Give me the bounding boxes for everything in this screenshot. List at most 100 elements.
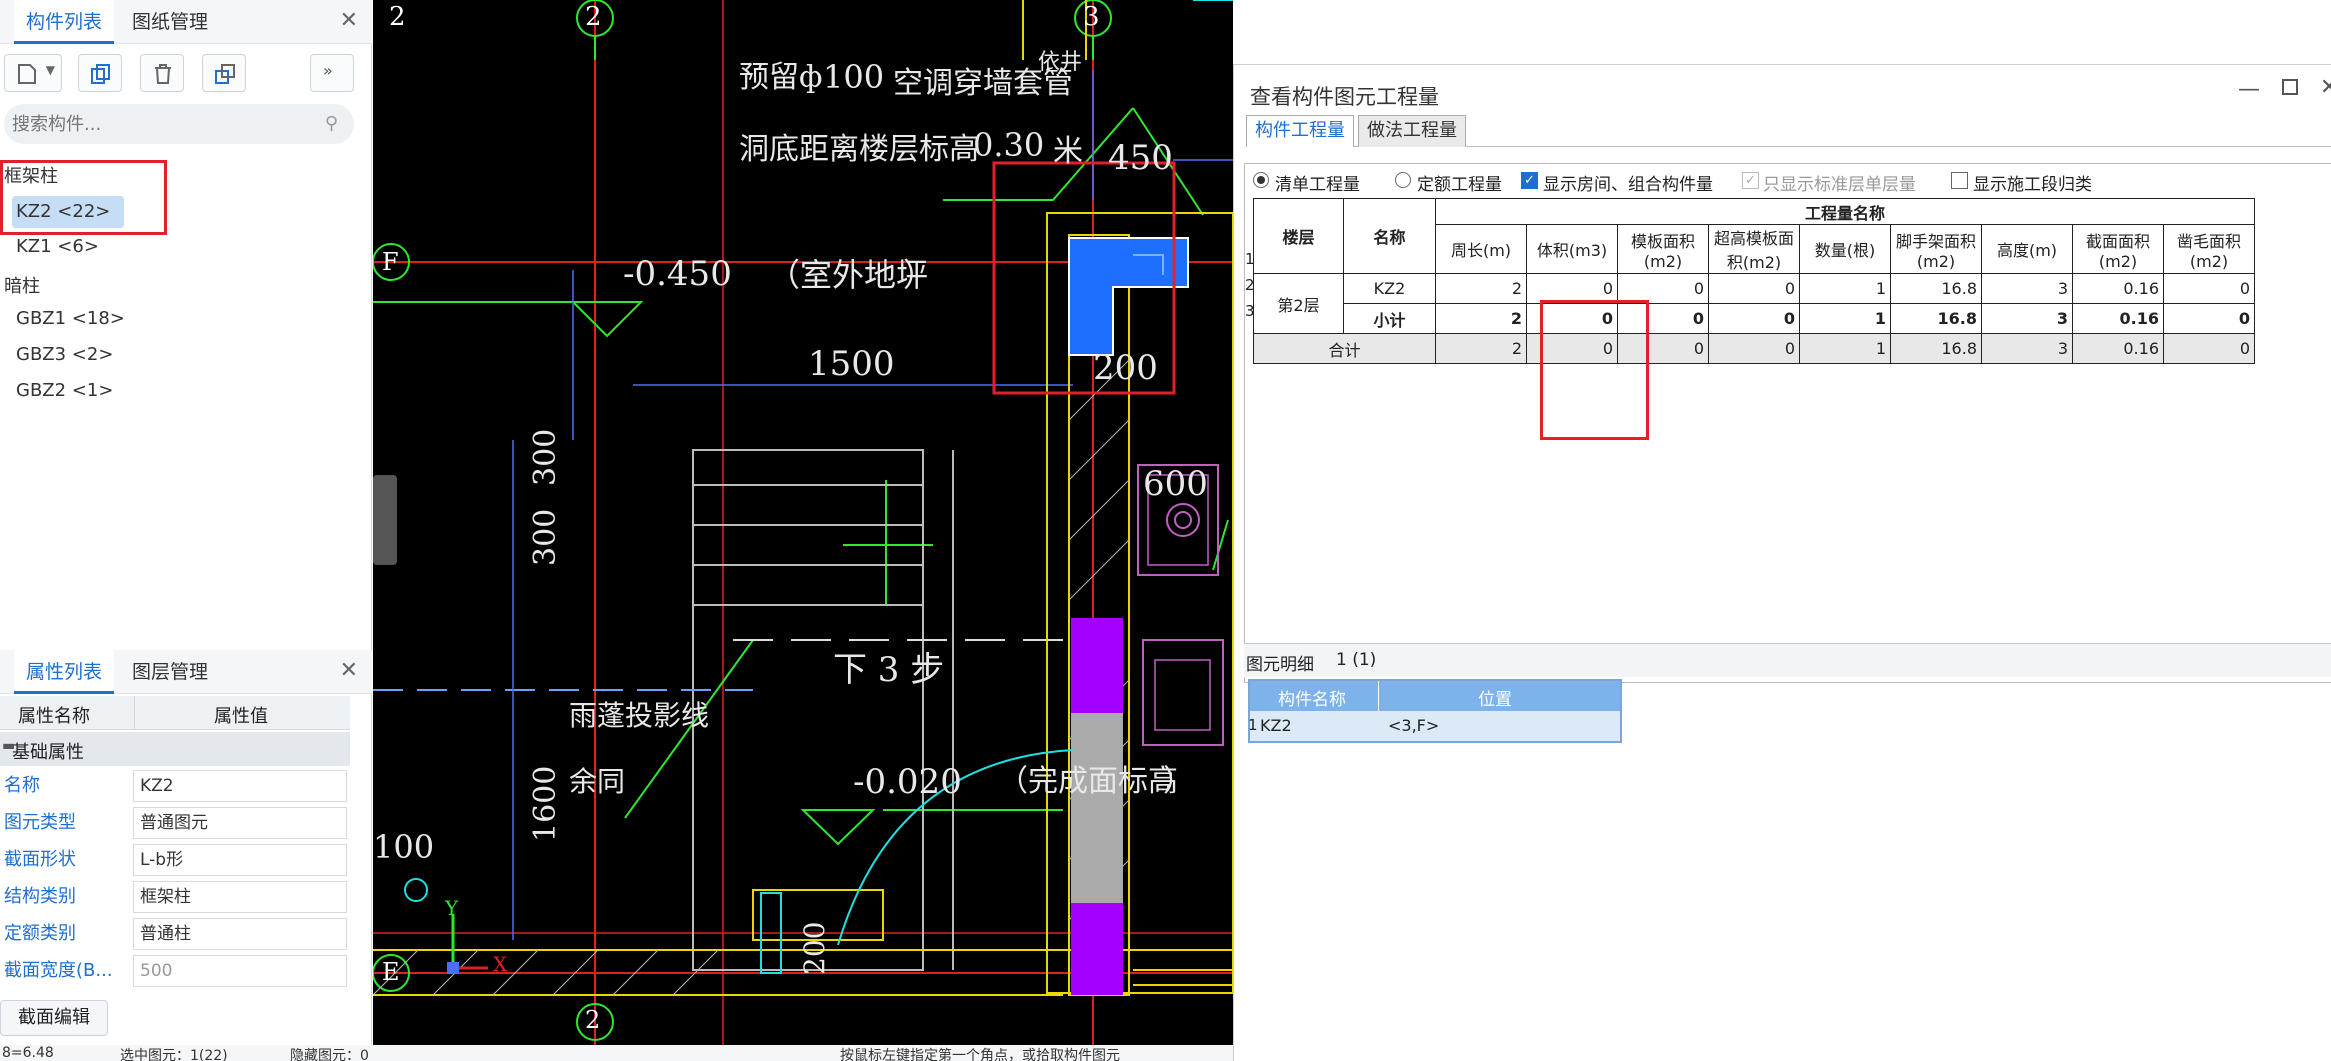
- col-perimeter: 周长(m): [1435, 224, 1527, 274]
- cad-text: -0.450: [623, 254, 732, 294]
- table-row[interactable]: 合计 2 0 0 0 1 16.8 3 0.16 0: [1253, 333, 2255, 364]
- cad-text: 0.30: [973, 126, 1045, 164]
- table-row[interactable]: 1 KZ2 <3,F>: [1248, 711, 1620, 741]
- dialog-title: 查看构件图元工程量: [1250, 85, 1439, 109]
- cell: 16.8: [1890, 303, 1982, 334]
- volume-highlight-box: [1540, 300, 1649, 440]
- cad-text: 依井: [1038, 50, 1083, 75]
- option-label: 只显示标准层单层量: [1763, 175, 1916, 195]
- close-icon[interactable]: ✕: [340, 658, 358, 683]
- table-row[interactable]: 小计 2 0 0 0 1 16.8 3 0.16 0: [1254, 303, 2255, 334]
- cad-text: 1600: [528, 765, 563, 842]
- maximize-icon[interactable]: [2282, 79, 2298, 95]
- cell-total: 合计: [1253, 333, 1436, 364]
- trash-icon: [155, 64, 171, 84]
- cell: 2: [1435, 333, 1527, 364]
- option-label: 清单工程量: [1275, 175, 1360, 195]
- radio-quota-quantity[interactable]: [1395, 172, 1411, 188]
- y-axis-label: Y: [445, 896, 459, 920]
- prop-value-input[interactable]: L-b形: [133, 844, 347, 876]
- cell: 16.8: [1890, 333, 1982, 364]
- tab-layer-management[interactable]: 图层管理: [120, 650, 220, 694]
- tree-item-gbz1[interactable]: GBZ1 <18>: [16, 308, 125, 329]
- cell-position: <3,F>: [1388, 716, 1440, 735]
- cell: 2: [1435, 273, 1527, 304]
- cell: 0.16: [2072, 333, 2164, 364]
- expand-toolbar-button[interactable]: »: [310, 54, 354, 92]
- prop-value-input[interactable]: 普通柱: [133, 918, 347, 950]
- quantity-table-panel: 清单工程量 定额工程量 ✓ 显示房间、组合构件量 ✓ 只显示标准层单层量 显示施…: [1244, 163, 2331, 683]
- cell: 0.16: [2072, 303, 2164, 334]
- prop-section-basic[interactable]: ▬ 基础属性: [0, 732, 350, 766]
- tab-component-quantity[interactable]: 构件工程量: [1246, 115, 1354, 147]
- delete-button[interactable]: [140, 54, 184, 92]
- option-label: 显示施工段归类: [1973, 175, 2092, 195]
- cad-text: 100: [373, 828, 435, 866]
- cad-text: 600: [1143, 464, 1208, 504]
- cell: 1: [1799, 273, 1891, 304]
- checkbox-standard-floor[interactable]: ✓: [1742, 172, 1759, 189]
- prop-name: 结构类别: [4, 886, 76, 907]
- prop-value-input[interactable]: 500: [133, 955, 347, 987]
- cad-canvas[interactable]: 2 1 2 3 F E 2 预留ф 100 空调穿墙套管 洞底距离楼层标高 0.…: [373, 0, 1233, 1045]
- cad-text: 下 3 步: [833, 650, 945, 690]
- detail-header: 图元明细 1 (1): [1244, 643, 2331, 677]
- copy-icon: [91, 64, 110, 84]
- cell: 2: [1435, 303, 1527, 334]
- col-volume: 体积(m3): [1526, 224, 1618, 274]
- col-section-area: 截面面积(m2): [2072, 224, 2164, 274]
- checkbox-construction-segment[interactable]: [1951, 172, 1968, 189]
- checkbox-show-room[interactable]: ✓: [1521, 172, 1538, 189]
- cad-text: 米: [1053, 134, 1083, 169]
- tab-method-quantity[interactable]: 做法工程量: [1358, 115, 1466, 147]
- component-panel: 构件列表 图纸管理 ✕ ▼ » ⚲ 框架柱 KZ2 <22> KZ1 <6> 暗…: [0, 0, 372, 1061]
- cad-text: 200: [1093, 348, 1158, 388]
- col-floor: 楼层: [1253, 198, 1344, 274]
- cad-text: ）: [903, 256, 936, 294]
- table-row[interactable]: 第2层 KZ2 2 0 0 0 1 16.8 3 0.16 0: [1253, 273, 2255, 334]
- search-icon[interactable]: ⚲: [325, 113, 338, 134]
- prop-row-shape: 截面形状 L-b形: [0, 842, 350, 878]
- tab-component-list[interactable]: 构件列表: [14, 0, 115, 44]
- col-component-name: 构件名称: [1278, 690, 1346, 710]
- tab-property-list[interactable]: 属性列表: [14, 650, 115, 694]
- search-input[interactable]: [4, 104, 294, 144]
- radio-bill-quantity[interactable]: [1253, 172, 1269, 188]
- cad-text: 300: [528, 428, 563, 486]
- axis-label-3: 3: [1083, 2, 1100, 32]
- cell-name: KZ2: [1343, 273, 1436, 304]
- coords-readout: 8=6.48: [2, 1045, 54, 1061]
- cell-floor: 第2层: [1253, 273, 1344, 334]
- copy-button[interactable]: [78, 54, 122, 92]
- axis-label-e: E: [382, 958, 400, 986]
- tab-drawing-management[interactable]: 图纸管理: [120, 0, 220, 44]
- minimize-icon[interactable]: —: [2238, 77, 2260, 102]
- prop-row-type: 图元类型 普通图元: [0, 805, 350, 841]
- option-label: 定额工程量: [1417, 175, 1502, 195]
- prop-value-input[interactable]: KZ2: [133, 770, 347, 802]
- close-icon[interactable]: ✕: [2320, 75, 2331, 100]
- axis-label-f: F: [382, 248, 399, 276]
- double-chevron-right-icon: »: [323, 61, 333, 80]
- cell: 1: [1799, 333, 1891, 364]
- prop-value-input[interactable]: 普通图元: [133, 807, 347, 839]
- tree-item-gbz2[interactable]: GBZ2 <1>: [16, 380, 113, 401]
- copy-to-floor-button[interactable]: [202, 54, 246, 92]
- tree-group-hidden-column[interactable]: 暗柱: [4, 272, 40, 298]
- prop-header-name: 属性名称: [18, 706, 90, 727]
- cad-text: 1500: [808, 344, 895, 384]
- col-chisel-area: 凿毛面积(m2): [2163, 224, 2255, 274]
- quantity-dialog: 查看构件图元工程量 — ✕ 构件工程量 做法工程量 清单工程量 定额工程量 ✓ …: [1233, 64, 2331, 1061]
- col-scaffold: 脚手架面积(m2): [1890, 224, 1982, 274]
- x-axis-label: X: [493, 952, 508, 976]
- tree-item-gbz3[interactable]: GBZ3 <2>: [16, 344, 113, 365]
- cad-text: 预留ф: [739, 60, 823, 95]
- prop-value-input[interactable]: 框架柱: [133, 881, 347, 913]
- new-component-button[interactable]: ▼: [4, 54, 62, 92]
- prop-name: 截面形状: [4, 849, 76, 870]
- hint-text: 按鼠标左键指定第一个角点，或拾取构件图元: [840, 1048, 1120, 1061]
- tree-item-kz1[interactable]: KZ1 <6>: [16, 236, 99, 257]
- close-icon[interactable]: ✕: [340, 8, 358, 33]
- section-edit-button[interactable]: 截面编辑: [0, 1000, 108, 1036]
- selected-count: 选中图元：1(22): [120, 1048, 228, 1061]
